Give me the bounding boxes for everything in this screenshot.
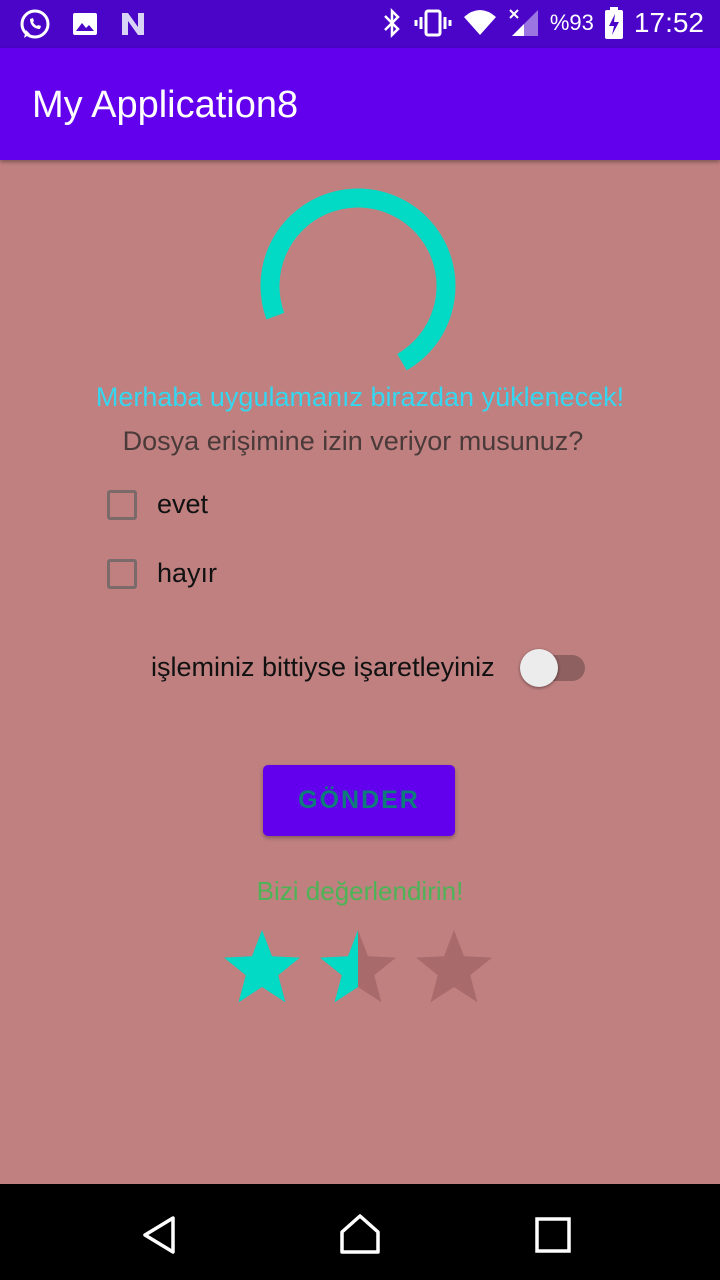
battery-charging-icon: [604, 7, 623, 39]
checkbox-yes[interactable]: evet: [107, 489, 208, 520]
loading-message: Merhaba uygulamanız birazdan yüklenecek!: [95, 382, 625, 412]
notification-icons: [18, 7, 148, 41]
spinner-arc: [260, 188, 456, 371]
navigation-bar: [0, 1184, 720, 1280]
system-icons: %93 17:52: [380, 6, 704, 40]
back-icon[interactable]: [138, 1214, 180, 1256]
checkbox-no[interactable]: hayır: [107, 558, 217, 589]
checkbox-label: hayır: [157, 558, 218, 588]
rating-star[interactable]: [320, 930, 396, 1003]
checkbox-box[interactable]: [107, 558, 137, 589]
rating-prompt: Bizi değerlendirin!: [256, 876, 464, 906]
image-icon: [73, 13, 97, 35]
vibrate-icon: [414, 9, 452, 37]
permission-question: Dosya erişimine izin veriyor musunuz?: [122, 426, 584, 456]
clock: 17:52: [633, 7, 704, 38]
switch-label: işleminiz bittiyse işaretleyiniz: [151, 652, 495, 682]
status-bar: %93 17:52: [0, 0, 720, 48]
battery-percent: %93: [549, 10, 594, 35]
switch-thumb[interactable]: [520, 649, 558, 687]
home-icon[interactable]: [338, 1212, 382, 1256]
whatsapp-icon: [20, 9, 50, 39]
rating-star[interactable]: [224, 930, 300, 1003]
loading-spinner: [260, 188, 456, 371]
n-app-icon: [122, 13, 144, 35]
checkbox-box[interactable]: [107, 489, 137, 520]
signal-icon: [509, 9, 538, 36]
submit-button[interactable]: GÖNDER: [263, 765, 455, 836]
wifi-icon: [463, 10, 496, 35]
recents-icon[interactable]: [534, 1216, 572, 1254]
app-bar: My Application8: [0, 48, 720, 160]
rating-bar[interactable]: [222, 928, 498, 1008]
rating-star[interactable]: [416, 930, 492, 1003]
app-title: My Application8: [32, 84, 299, 126]
checkbox-label: evet: [157, 489, 209, 519]
bluetooth-icon: [383, 7, 400, 39]
